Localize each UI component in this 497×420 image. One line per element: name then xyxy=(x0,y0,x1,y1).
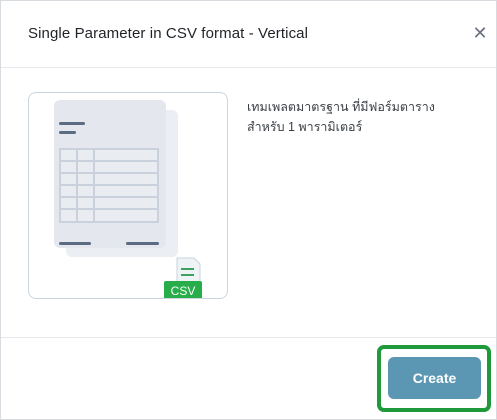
footer-line-2 xyxy=(126,242,159,245)
csv-badge-label: CSV xyxy=(171,284,196,298)
dialog-title: Single Parameter in CSV format - Vertica… xyxy=(28,25,309,42)
close-icon[interactable]: ✕ xyxy=(471,24,489,42)
template-description: เทมเพลตมาตรฐาน ที่มีฟอร์มตารางสำหรับ 1 พ… xyxy=(247,100,435,134)
dialog-body: CSV เทมเพลตมาตรฐาน ที่มีฟอร์มตารางสำหรับ… xyxy=(1,68,496,336)
create-button[interactable]: Create xyxy=(388,357,481,399)
csv-template-illustration: CSV xyxy=(54,100,202,299)
header-line-2 xyxy=(59,131,76,134)
dialog-header: Single Parameter in CSV format - Vertica… xyxy=(1,1,496,68)
csv-file-icon: CSV xyxy=(164,257,202,299)
header-line-1 xyxy=(59,122,85,125)
template-thumbnail[interactable]: CSV xyxy=(28,92,228,299)
footer-line-1 xyxy=(59,242,91,245)
